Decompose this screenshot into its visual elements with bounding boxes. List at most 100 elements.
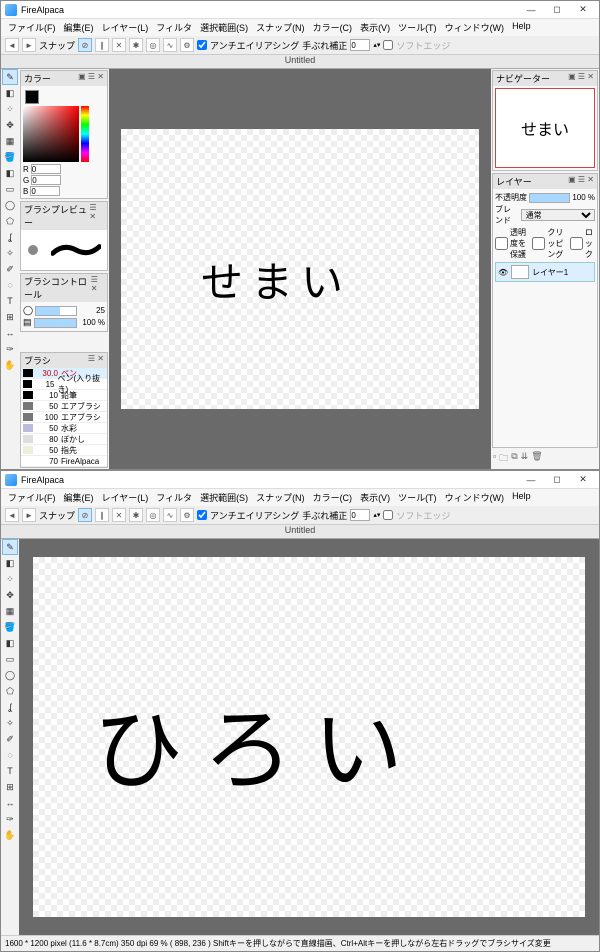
menu-edit[interactable]: 編集(E) xyxy=(61,490,97,505)
document-tab[interactable]: Untitled xyxy=(1,55,599,69)
g-input[interactable] xyxy=(31,175,61,185)
canvas[interactable]: せまい xyxy=(121,129,479,409)
menu-select[interactable]: 選択範囲(S) xyxy=(197,20,251,35)
divide-tool[interactable]: ⊞ xyxy=(2,779,18,795)
menu-filter[interactable]: フィルタ xyxy=(153,20,195,35)
shake-value-input[interactable] xyxy=(350,509,370,521)
nav-back-button[interactable]: ◄ xyxy=(5,508,19,522)
menu-view[interactable]: 表示(V) xyxy=(357,20,393,35)
move-tool[interactable]: ✥ xyxy=(2,587,18,603)
panel-close-icon[interactable]: ▣ ☰ ✕ xyxy=(568,72,594,85)
snap-vanish-button[interactable]: ✱ xyxy=(129,38,143,52)
select-ellipse-tool[interactable]: ◯ xyxy=(2,197,18,213)
canvas-area[interactable]: ひろい xyxy=(19,539,599,935)
panel-menu-icon[interactable]: ▣ ☰ ✕ xyxy=(78,72,104,85)
panel-close-icon[interactable]: ☰ ✕ xyxy=(89,203,104,229)
antialias-checkbox[interactable] xyxy=(197,510,207,520)
duplicate-layer-button[interactable]: ⧉ xyxy=(511,451,517,467)
snap-radial-button[interactable]: ◎ xyxy=(146,508,160,522)
brush-list-item[interactable]: 15ペン(入り抜き) xyxy=(21,379,107,390)
shake-value-input[interactable] xyxy=(350,39,370,51)
new-folder-button[interactable]: 🗀 xyxy=(499,451,508,467)
menu-layer[interactable]: レイヤー(L) xyxy=(99,20,152,35)
snap-parallel-button[interactable]: ∥ xyxy=(95,38,109,52)
brush-list-item[interactable]: 50水彩 xyxy=(21,423,107,434)
b-input[interactable] xyxy=(30,186,60,196)
select-ellipse-tool[interactable]: ◯ xyxy=(2,667,18,683)
foreground-swatch[interactable] xyxy=(25,90,39,104)
bucket-tool[interactable]: 🪣 xyxy=(2,619,18,635)
softedge-checkbox[interactable] xyxy=(383,510,393,520)
snap-radial-button[interactable]: ◎ xyxy=(146,38,160,52)
lock-checkbox[interactable] xyxy=(570,237,583,250)
text-tool[interactable]: T xyxy=(2,763,18,779)
menu-help[interactable]: Help xyxy=(509,490,534,505)
menu-snap[interactable]: スナップ(N) xyxy=(253,20,308,35)
gradient-tool[interactable]: ◧ xyxy=(2,165,18,181)
select-rect-tool[interactable]: ▭ xyxy=(2,181,18,197)
snap-off-button[interactable]: ⊘ xyxy=(78,508,92,522)
delete-layer-button[interactable]: 🗑 xyxy=(531,451,542,467)
snap-settings-button[interactable]: ⚙ xyxy=(180,38,194,52)
menu-layer[interactable]: レイヤー(L) xyxy=(99,490,152,505)
menu-file[interactable]: ファイル(F) xyxy=(5,20,59,35)
menu-color[interactable]: カラー(C) xyxy=(310,490,356,505)
select-poly-tool[interactable]: ⬠ xyxy=(2,213,18,229)
brush-list-item[interactable]: 70FireAlpaca xyxy=(21,456,107,467)
menu-snap[interactable]: スナップ(N) xyxy=(253,490,308,505)
menu-color[interactable]: カラー(C) xyxy=(310,20,356,35)
protect-alpha-checkbox[interactable] xyxy=(495,237,508,250)
nav-forward-button[interactable]: ► xyxy=(22,38,36,52)
minimize-button[interactable]: — xyxy=(519,473,543,487)
eraser-tool[interactable]: ◧ xyxy=(2,555,18,571)
panel-close-icon[interactable]: ▣ ☰ ✕ xyxy=(568,175,594,188)
snap-vanish-button[interactable]: ✱ xyxy=(129,508,143,522)
canvas[interactable]: ひろい xyxy=(33,557,585,917)
blend-select[interactable]: 通常 xyxy=(521,209,595,221)
snap-settings-button[interactable]: ⚙ xyxy=(180,508,194,522)
magicwand-tool[interactable]: ✧ xyxy=(2,715,18,731)
text-tool[interactable]: T xyxy=(2,293,18,309)
snap-curve-button[interactable]: ∿ xyxy=(163,38,177,52)
color-field[interactable] xyxy=(23,106,79,162)
menu-file[interactable]: ファイル(F) xyxy=(5,490,59,505)
close-button[interactable]: ✕ xyxy=(571,3,595,17)
merge-layer-button[interactable]: ⇊ xyxy=(521,451,529,467)
divide-tool[interactable]: ⊞ xyxy=(2,309,18,325)
menu-window[interactable]: ウィンドウ(W) xyxy=(442,20,508,35)
brush-list-item[interactable]: 80ぼかし xyxy=(21,434,107,445)
selectpen-tool[interactable]: ✐ xyxy=(2,261,18,277)
clipping-checkbox[interactable] xyxy=(532,237,545,250)
fill-tool[interactable]: ▦ xyxy=(2,133,18,149)
navigator-view[interactable]: せまい xyxy=(495,88,595,168)
brush-opacity-slider[interactable] xyxy=(34,318,77,328)
maximize-button[interactable]: ◻ xyxy=(545,3,569,17)
menu-tool[interactable]: ツール(T) xyxy=(395,20,440,35)
snap-off-button[interactable]: ⊘ xyxy=(78,38,92,52)
close-button[interactable]: ✕ xyxy=(571,473,595,487)
eyedropper-tool[interactable]: ✑ xyxy=(2,341,18,357)
bucket-tool[interactable]: 🪣 xyxy=(2,149,18,165)
gradient-tool[interactable]: ◧ xyxy=(2,635,18,651)
brush-size-slider[interactable] xyxy=(35,306,77,316)
menu-filter[interactable]: フィルタ xyxy=(153,490,195,505)
menu-select[interactable]: 選択範囲(S) xyxy=(197,490,251,505)
hue-slider[interactable] xyxy=(81,106,89,162)
brush-tool[interactable]: ✎ xyxy=(2,539,18,555)
lasso-tool[interactable]: ʆ xyxy=(2,229,18,245)
canvas-area[interactable]: せまい xyxy=(109,69,491,469)
panel-close-icon[interactable]: ☰ ✕ xyxy=(88,354,104,367)
brush-list-item[interactable]: 100エアブラシ xyxy=(21,412,107,423)
eyedropper-tool[interactable]: ✑ xyxy=(2,811,18,827)
new-layer-button[interactable]: ▫ xyxy=(493,451,496,467)
hand-tool[interactable]: ✋ xyxy=(2,827,18,843)
snap-cross-button[interactable]: ✕ xyxy=(112,508,126,522)
snap-curve-button[interactable]: ∿ xyxy=(163,508,177,522)
operate-tool[interactable]: ↔ xyxy=(2,325,18,341)
shake-stepper-icon[interactable]: ▴▾ xyxy=(373,511,380,519)
select-rect-tool[interactable]: ▭ xyxy=(2,651,18,667)
layer-item[interactable]: 👁 レイヤー1 xyxy=(495,262,595,282)
lasso-tool[interactable]: ʆ xyxy=(2,699,18,715)
minimize-button[interactable]: — xyxy=(519,3,543,17)
panel-close-icon[interactable]: ☰ ✕ xyxy=(91,275,104,301)
